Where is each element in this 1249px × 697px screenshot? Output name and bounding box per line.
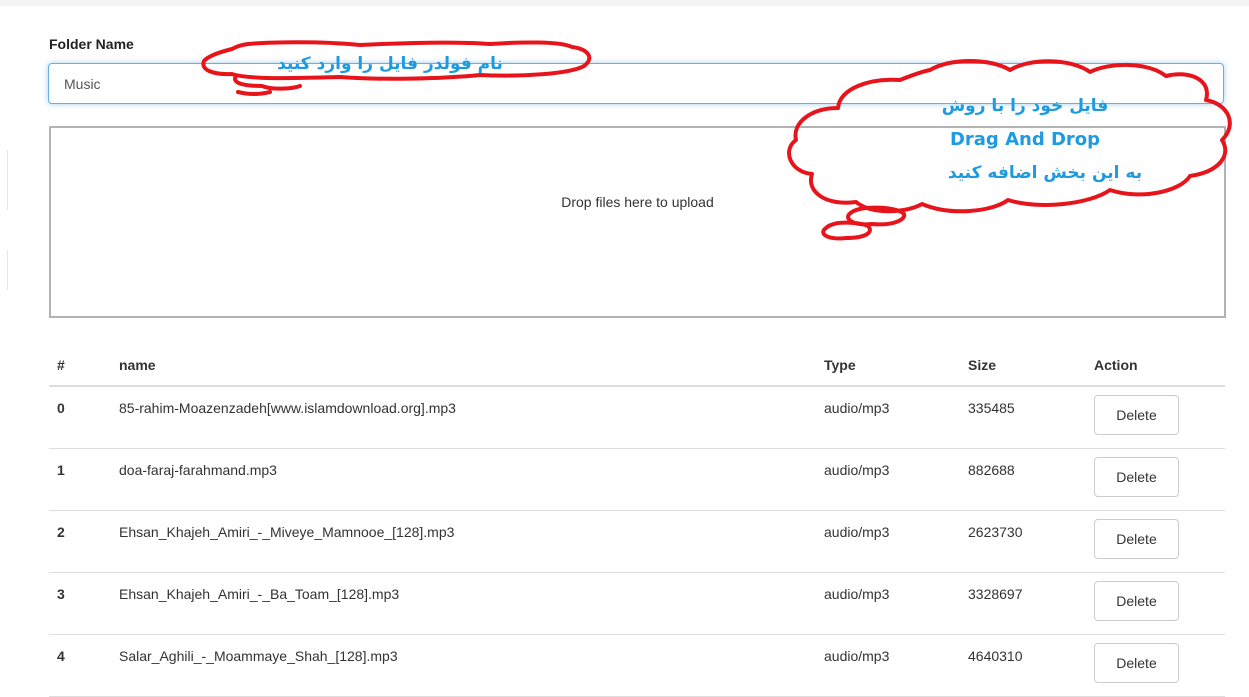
- row-index: 2: [49, 510, 111, 573]
- file-size: 882688: [960, 448, 1086, 511]
- table-row: 2 Ehsan_Khajeh_Amiri_-_Miveye_Mamnooe_[1…: [49, 510, 1225, 573]
- header-action: Action: [1086, 345, 1225, 387]
- row-action: Delete: [1086, 510, 1225, 573]
- file-size: 335485: [960, 386, 1086, 449]
- file-size: 3328697: [960, 572, 1086, 635]
- row-index: 3: [49, 572, 111, 635]
- delete-button[interactable]: Delete: [1094, 457, 1179, 497]
- table-row: 4 Salar_Aghili_-_Moammaye_Shah_[128].mp3…: [49, 634, 1225, 697]
- file-type: audio/mp3: [816, 386, 960, 449]
- dropzone-text: Drop files here to upload: [561, 194, 714, 210]
- file-name: doa-faraj-farahmand.mp3: [111, 448, 816, 511]
- delete-button[interactable]: Delete: [1094, 395, 1179, 435]
- header-name: name: [111, 345, 816, 387]
- header-size: Size: [960, 345, 1086, 387]
- file-type: audio/mp3: [816, 448, 960, 511]
- row-index: 4: [49, 634, 111, 697]
- folder-name-input[interactable]: [48, 63, 1224, 104]
- folder-name-label: Folder Name: [49, 36, 134, 52]
- table-row: 0 85-rahim-Moazenzadeh[www.islamdownload…: [49, 386, 1225, 449]
- row-action: Delete: [1086, 448, 1225, 511]
- file-name: Salar_Aghili_-_Moammaye_Shah_[128].mp3: [111, 634, 816, 697]
- table-row: 1 doa-faraj-farahmand.mp3 audio/mp3 8826…: [49, 448, 1225, 511]
- file-type: audio/mp3: [816, 510, 960, 573]
- file-name: Ehsan_Khajeh_Amiri_-_Miveye_Mamnooe_[128…: [111, 510, 816, 573]
- delete-button[interactable]: Delete: [1094, 581, 1179, 621]
- row-action: Delete: [1086, 634, 1225, 697]
- row-index: 1: [49, 448, 111, 511]
- row-action: Delete: [1086, 386, 1225, 449]
- row-index: 0: [49, 386, 111, 449]
- file-name: Ehsan_Khajeh_Amiri_-_Ba_Toam_[128].mp3: [111, 572, 816, 635]
- file-size: 4640310: [960, 634, 1086, 697]
- delete-button[interactable]: Delete: [1094, 643, 1179, 683]
- left-divider: [7, 250, 8, 290]
- files-table: # name Type Size Action 0 85-rahim-Moaze…: [49, 345, 1225, 697]
- row-action: Delete: [1086, 572, 1225, 635]
- header-index: #: [49, 345, 111, 387]
- file-size: 2623730: [960, 510, 1086, 573]
- file-type: audio/mp3: [816, 634, 960, 697]
- table-row: 3 Ehsan_Khajeh_Amiri_-_Ba_Toam_[128].mp3…: [49, 572, 1225, 635]
- file-type: audio/mp3: [816, 572, 960, 635]
- file-name: 85-rahim-Moazenzadeh[www.islamdownload.o…: [111, 386, 816, 449]
- left-divider: [7, 150, 8, 210]
- top-bar: [0, 0, 1249, 6]
- table-header-row: # name Type Size Action: [49, 345, 1225, 387]
- file-dropzone[interactable]: Drop files here to upload: [49, 126, 1226, 318]
- header-type: Type: [816, 345, 960, 387]
- delete-button[interactable]: Delete: [1094, 519, 1179, 559]
